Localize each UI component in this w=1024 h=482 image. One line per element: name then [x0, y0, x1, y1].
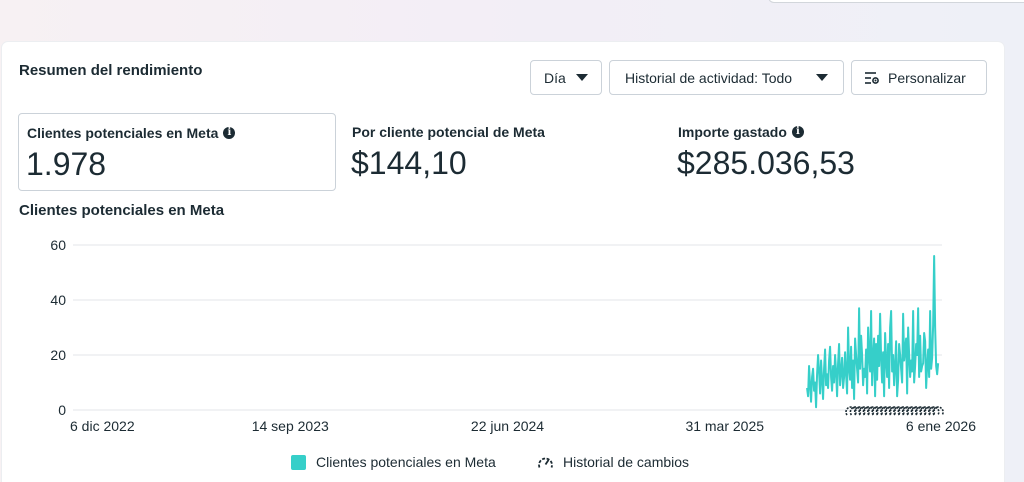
- x-tick-label: 6 dic 2022: [70, 418, 135, 434]
- legend-label: Historial de cambios: [563, 454, 690, 470]
- x-tick-label: 6 ene 2026: [906, 418, 976, 434]
- legend-change-history[interactable]: Historial de cambios: [537, 451, 689, 473]
- performance-summary-card: Resumen del rendimiento Día Historial de…: [2, 42, 1004, 482]
- legend-leads[interactable]: Clientes potenciales en Meta: [291, 451, 496, 473]
- y-tick-label: 20: [50, 347, 66, 363]
- leads-line-chart[interactable]: 0 20 40 60 6 dic 2022 14 sep 2023 22 jun 2024 3…: [2, 42, 1004, 442]
- x-tick-label: 31 mar 2025: [685, 418, 764, 434]
- leads-series-line: [806, 255, 940, 409]
- x-tick-label: 22 jun 2024: [471, 418, 544, 434]
- gauge-icon: [538, 457, 553, 468]
- legend-label: Clientes potenciales en Meta: [316, 454, 496, 470]
- x-tick-label: 14 sep 2023: [252, 418, 329, 434]
- y-tick-label: 0: [58, 402, 66, 418]
- y-tick-label: 60: [50, 237, 66, 253]
- teal-square-icon: [291, 454, 306, 470]
- top-bar: [0, 0, 1024, 12]
- search-field-edge[interactable]: [768, 0, 1024, 3]
- y-tick-label: 40: [50, 292, 66, 308]
